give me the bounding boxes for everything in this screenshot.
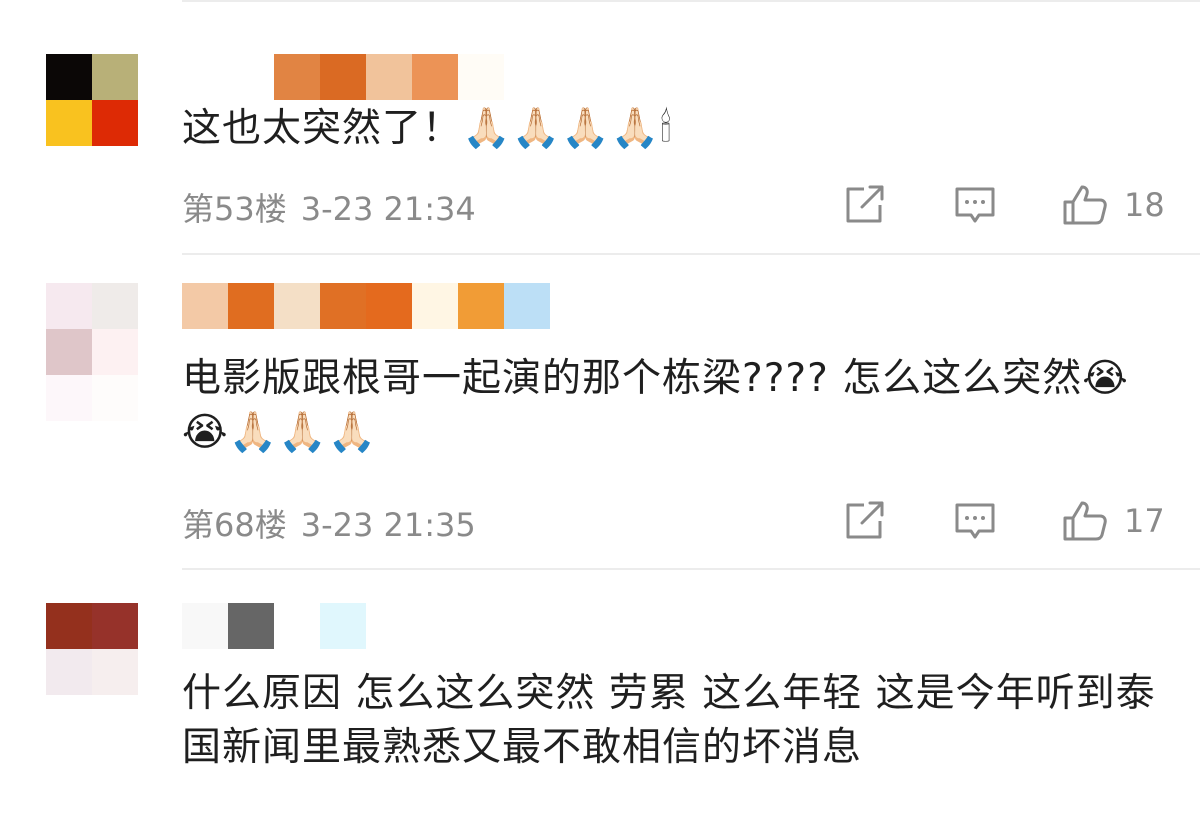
comment-item: 这也太突然了！🙏🏻🙏🏻🙏🏻🙏🏻🕯 第53楼 3-23 21:34 18 <box>0 0 1200 250</box>
floor-number: 第53楼 <box>182 190 287 228</box>
comment-text: 电影版跟根哥一起演的那个栋梁???? 怎么这么突然😭😭🙏🏻🙏🏻🙏🏻 <box>182 356 1129 455</box>
avatar-pixel <box>92 100 138 146</box>
username-mosaic[interactable] <box>228 54 504 100</box>
name-pixel <box>504 283 550 329</box>
comment-divider <box>182 253 1200 255</box>
floor-time: 第53楼 3-23 21:34 <box>182 184 476 230</box>
name-pixel <box>228 603 274 649</box>
name-pixel <box>366 54 412 100</box>
comment-meta: 第53楼 3-23 21:34 18 <box>182 180 1165 230</box>
share-button[interactable] <box>844 180 886 230</box>
share-button[interactable] <box>844 496 886 546</box>
like-button[interactable]: 17 <box>1062 496 1165 546</box>
share-icon <box>846 185 884 223</box>
name-pixel <box>274 54 320 100</box>
share-icon <box>846 501 884 539</box>
thumbs-up-icon <box>1063 501 1107 541</box>
name-pixel <box>320 603 366 649</box>
name-pixel <box>228 54 274 100</box>
avatar[interactable] <box>46 283 138 421</box>
comment-divider <box>182 568 1200 570</box>
avatar-pixel <box>46 100 92 146</box>
reply-icon <box>955 503 995 539</box>
name-pixel <box>458 283 504 329</box>
comment-meta: 第68楼 3-23 21:35 17 <box>182 496 1165 546</box>
avatar-pixel <box>46 54 92 100</box>
avatar-pixel <box>92 283 138 329</box>
avatar-pixel <box>92 375 138 421</box>
floor-time: 第68楼 3-23 21:35 <box>182 500 476 546</box>
avatar-pixel <box>46 329 92 375</box>
avatar-pixel <box>46 375 92 421</box>
floor-number: 第68楼 <box>182 506 287 544</box>
avatar-pixel <box>92 329 138 375</box>
thumbs-up-icon <box>1063 185 1107 225</box>
reply-icon <box>955 187 995 223</box>
post-time: 3-23 21:34 <box>300 190 476 228</box>
avatar-pixel <box>46 649 92 695</box>
avatar[interactable] <box>46 603 138 695</box>
like-button[interactable]: 18 <box>1062 180 1165 230</box>
name-pixel <box>412 283 458 329</box>
like-count: 17 <box>1124 502 1165 540</box>
comment-text: 什么原因 怎么这么突然 劳累 这么年轻 这是今年听到泰国新闻里最熟悉又最不敢相信… <box>182 671 1156 770</box>
avatar-pixel <box>92 603 138 649</box>
post-time: 3-23 21:35 <box>300 506 476 544</box>
username-mosaic[interactable] <box>182 603 366 649</box>
avatar-pixel <box>46 283 92 329</box>
name-pixel <box>274 603 320 649</box>
comment-text: 这也太突然了！🙏🏻🙏🏻🙏🏻🙏🏻🕯 <box>182 106 673 151</box>
like-count: 18 <box>1124 186 1165 224</box>
avatar-pixel <box>46 603 92 649</box>
name-pixel <box>274 283 320 329</box>
username-mosaic[interactable] <box>182 283 550 329</box>
name-pixel <box>320 54 366 100</box>
avatar[interactable] <box>46 54 138 146</box>
name-pixel <box>182 283 228 329</box>
name-pixel <box>412 54 458 100</box>
avatar-pixel <box>92 54 138 100</box>
name-pixel <box>458 54 504 100</box>
name-pixel <box>320 283 366 329</box>
name-pixel <box>228 283 274 329</box>
comment-item: 电影版跟根哥一起演的那个栋梁???? 怎么这么突然😭😭🙏🏻🙏🏻🙏🏻 第68楼 3-… <box>0 256 1200 568</box>
avatar-pixel <box>92 649 138 695</box>
name-pixel <box>366 283 412 329</box>
comment-item: 什么原因 怎么这么突然 劳累 这么年轻 这是今年听到泰国新闻里最熟悉又最不敢相信… <box>0 571 1200 818</box>
reply-button[interactable] <box>954 496 996 546</box>
name-pixel <box>182 603 228 649</box>
reply-button[interactable] <box>954 180 996 230</box>
